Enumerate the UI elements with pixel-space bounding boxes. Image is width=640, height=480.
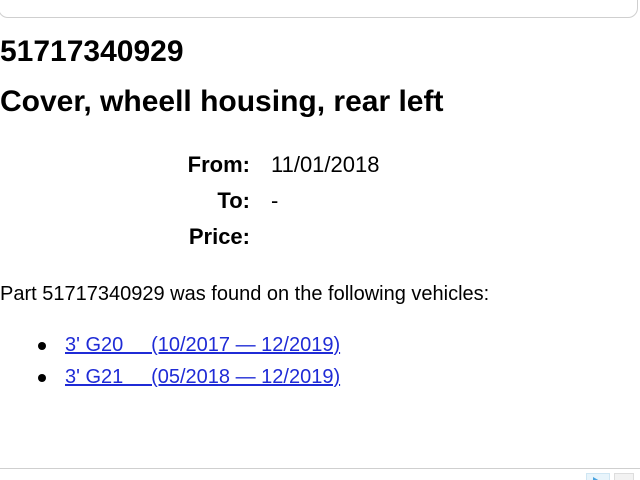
- bullet-icon: [38, 374, 46, 382]
- top-ad-banner[interactable]: [0, 0, 638, 18]
- found-on-vehicles-text: Part 51717340929 was found on the follow…: [0, 283, 490, 305]
- to-label: To:: [217, 188, 250, 213]
- part-details: From: 11/01/2018 To: - Price:: [0, 150, 640, 258]
- bottom-ad-bar[interactable]: [0, 468, 640, 480]
- bullet-icon: [38, 342, 46, 350]
- detail-row-price: Price:: [0, 222, 640, 258]
- detail-row-from: From: 11/01/2018: [0, 150, 640, 186]
- part-name-heading: Cover, wheell housing, rear left: [0, 85, 444, 118]
- part-number-heading: 51717340929: [0, 35, 184, 68]
- from-label: From:: [187, 152, 250, 177]
- price-label: Price:: [188, 224, 250, 249]
- from-value: 11/01/2018: [271, 152, 380, 177]
- to-value: -: [271, 188, 279, 213]
- ad-choices-icon[interactable]: [586, 473, 610, 480]
- ad-close-icon[interactable]: [614, 473, 634, 480]
- vehicle-link-g21[interactable]: 3' G21 (05/2018 — 12/2019): [65, 362, 340, 392]
- detail-row-to: To: -: [0, 186, 640, 222]
- vehicle-link-g20[interactable]: 3' G20 (10/2017 — 12/2019): [65, 330, 340, 360]
- page: 51717340929 Cover, wheell housing, rear …: [0, 0, 640, 480]
